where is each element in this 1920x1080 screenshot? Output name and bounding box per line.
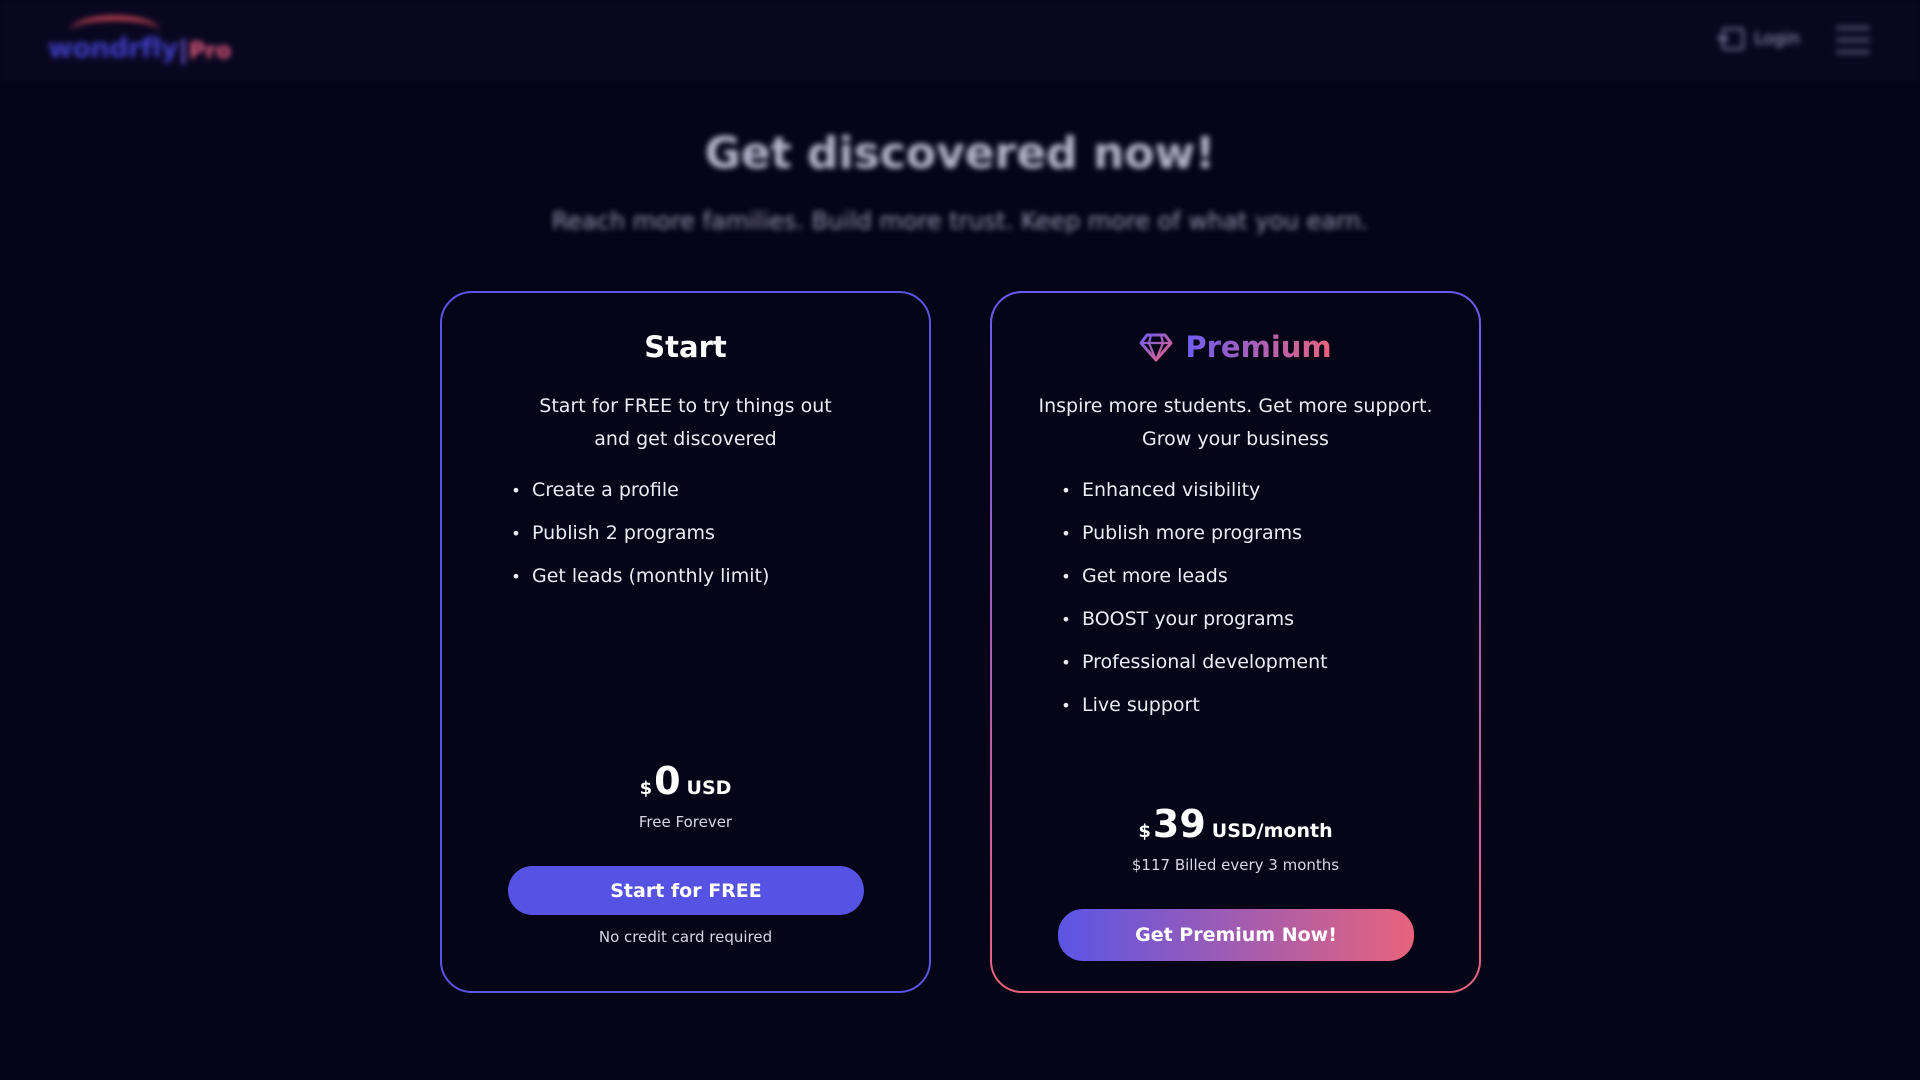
login-icon xyxy=(1718,28,1745,50)
login-button[interactable]: Login xyxy=(1718,28,1800,50)
brand-logo[interactable]: wondrfly Pro xyxy=(48,16,231,64)
start-price-note: Free Forever xyxy=(638,813,733,831)
logo-arc-graphic xyxy=(70,16,160,46)
page-subtitle: Reach more families. Build more trust. K… xyxy=(551,207,1369,235)
feature-item: • Get more leads xyxy=(1061,565,1228,587)
start-plan-title: Start xyxy=(644,330,727,364)
top-navigation-bar: wondrfly Pro Login xyxy=(0,0,1920,82)
premium-plan-description: Inspire more students. Get more support.… xyxy=(1038,395,1433,450)
feature-item: • BOOST your programs xyxy=(1061,608,1295,630)
feature-item: • Get leads (monthly limit) xyxy=(511,565,770,587)
premium-plan-title: Premium xyxy=(992,330,1479,364)
get-premium-button[interactable]: Get Premium Now! xyxy=(1058,909,1414,961)
hamburger-menu-icon[interactable] xyxy=(1836,26,1870,54)
start-feature-list: • Create a profile • Publish 2 programs • G… xyxy=(508,469,769,598)
feature-item: • Create a profile xyxy=(511,479,679,501)
login-label: Login xyxy=(1754,29,1800,49)
logo-pro-suffix: Pro xyxy=(181,39,231,64)
premium-billing-note: $117 Billed every 3 months xyxy=(1131,856,1340,874)
no-credit-card-note: No credit card required xyxy=(598,928,773,946)
start-plan-description: Start for FREE to try things out and get… xyxy=(539,395,832,450)
diamond-icon xyxy=(1139,333,1173,362)
premium-price: $ 39 USD/month xyxy=(1138,802,1333,846)
start-plan-card: Start Start for FREE to try things out a… xyxy=(440,291,931,993)
feature-item: • Publish more programs xyxy=(1061,522,1303,544)
feature-item: • Live support xyxy=(1061,694,1200,716)
feature-item: • Professional development xyxy=(1061,651,1328,673)
feature-item: • Enhanced visibility xyxy=(1061,479,1261,501)
premium-plan-card: Premium Inspire more students. Get more … xyxy=(990,291,1481,993)
premium-feature-list: • Enhanced visibility • Publish more progr… xyxy=(1058,469,1328,727)
start-for-free-button[interactable]: Start for FREE xyxy=(508,866,864,915)
page-title: Get discovered now! xyxy=(704,128,1216,179)
start-price: $ 0 USD xyxy=(639,759,732,803)
feature-item: • Publish 2 programs xyxy=(511,522,715,544)
